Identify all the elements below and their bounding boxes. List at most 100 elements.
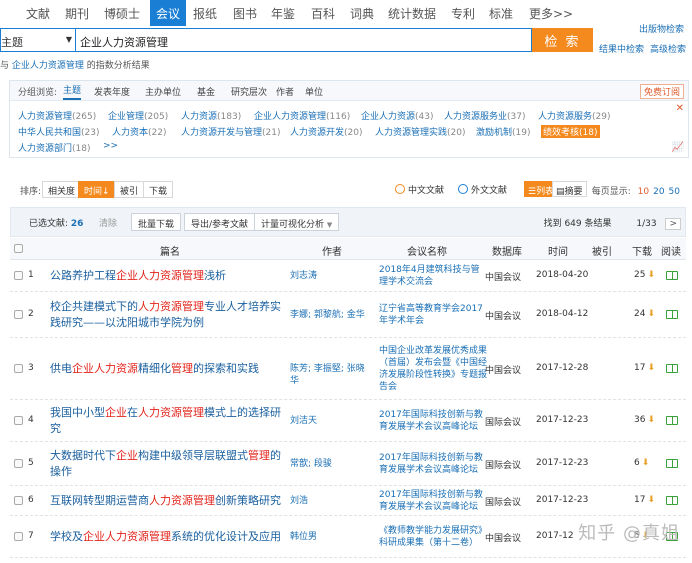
abstract-view-button[interactable]: ▤摘要	[552, 181, 587, 197]
trend-chart-icon[interactable]: 📈	[672, 142, 684, 153]
group-tab-5[interactable]: 作者	[276, 85, 294, 98]
next-page-button[interactable]: >	[665, 218, 681, 230]
row-author[interactable]: 刘浩	[290, 495, 370, 507]
row-conference[interactable]: 2017年国际科技创新与教育发展学术会议高峰论坛	[379, 452, 487, 476]
group-tab-6[interactable]: 单位	[305, 85, 323, 98]
advanced-search-link[interactable]: 高级检索	[650, 42, 686, 55]
row-title-link[interactable]: 互联网转型期运营商人力资源管理创新策略研究	[50, 493, 288, 509]
nav-item-9[interactable]: 统计数据	[388, 5, 436, 22]
read-book-icon[interactable]	[666, 459, 678, 468]
row-download[interactable]: 6 ⬇	[634, 458, 649, 468]
export-references-button[interactable]: 导出/参考文献	[184, 213, 256, 231]
facet-item[interactable]: 人力资源管理(265)	[18, 109, 96, 122]
search-in-results-link[interactable]: 结果中检索	[599, 42, 644, 55]
clear-selection-link[interactable]: 清除	[99, 216, 117, 229]
row-author[interactable]: 陈芳; 李振堅; 张晓华	[290, 363, 370, 387]
search-field-select[interactable]: 主题 ▼	[0, 28, 75, 52]
free-subscribe-button[interactable]: 免费订阅	[639, 84, 684, 99]
search-input[interactable]: 企业人力资源管理	[75, 28, 532, 52]
download-icon[interactable]: ⬇	[647, 495, 655, 505]
facet-item[interactable]: 激励机制(19)	[476, 125, 531, 138]
row-conference[interactable]: 辽宁省高等教育学会2017年学术年会	[379, 303, 487, 327]
nav-item-8[interactable]: 词典	[350, 5, 374, 22]
read-book-icon[interactable]	[666, 416, 678, 425]
row-conference[interactable]: 2017年国际科技创新与教育发展学术会议高峰论坛	[379, 489, 487, 513]
facet-item[interactable]: 人力资源服务(29)	[538, 109, 611, 122]
sort-option-2[interactable]: 被引	[114, 181, 145, 198]
row-download[interactable]: 25 ⬇	[634, 270, 655, 280]
facet-item[interactable]: 人力资源部门(18)	[18, 141, 91, 154]
row-checkbox[interactable]	[14, 532, 23, 541]
facet-more-link[interactable]: >>	[103, 141, 118, 151]
row-title-link[interactable]: 大数据时代下企业构建中级领导层联盟式管理的操作	[50, 448, 288, 480]
per-page-10[interactable]: 10	[638, 187, 649, 197]
search-button[interactable]: 检 索	[532, 28, 593, 52]
nav-item-2[interactable]: 博硕士	[104, 5, 140, 22]
nav-item-12[interactable]: 更多>>	[529, 5, 573, 22]
row-conference[interactable]: 2017年国际科技创新与教育发展学术会议高峰论坛	[379, 409, 487, 433]
row-title-link[interactable]: 供电企业人力资源精细化管理的探索和实践	[50, 361, 288, 377]
publication-search-link[interactable]: 出版物检索	[639, 22, 684, 35]
sort-option-0[interactable]: 相关度	[42, 181, 82, 198]
nav-item-3[interactable]: 会议	[150, 0, 187, 26]
download-icon[interactable]: ⬇	[642, 458, 650, 468]
download-icon[interactable]: ⬇	[647, 363, 655, 373]
visualize-analysis-button[interactable]: 计量可视化分析 ▼	[254, 213, 340, 231]
foreign-literature-link[interactable]: 外文文献	[458, 183, 507, 196]
per-page-20[interactable]: 20	[653, 187, 664, 197]
row-title-link[interactable]: 学校及企业人力资源管理系统的优化设计及应用	[50, 529, 288, 545]
row-conference[interactable]: 2018年4月建筑科技与管理学术交流会	[379, 264, 487, 288]
facet-item[interactable]: 人力资源开发与管理(21)	[181, 125, 281, 138]
group-tab-0[interactable]: 主题	[63, 83, 82, 100]
batch-download-button[interactable]: 批量下载	[131, 213, 182, 231]
row-title-link[interactable]: 校企共建模式下的人力资源管理专业人才培养实践研究——以沈阳城市学院为例	[50, 299, 288, 331]
facet-item[interactable]: 人力资源管理实践(20)	[375, 125, 466, 138]
column-header-6[interactable]: 下载	[632, 243, 652, 258]
facet-item[interactable]: 人力资源(183)	[181, 109, 241, 122]
row-checkbox[interactable]	[14, 416, 23, 425]
download-icon[interactable]: ⬇	[647, 415, 655, 425]
row-checkbox[interactable]	[14, 271, 23, 280]
group-tab-2[interactable]: 主办单位	[145, 85, 181, 98]
row-author[interactable]: 刘志涛	[290, 270, 370, 282]
row-author[interactable]: 常歆; 段骏	[290, 458, 370, 470]
row-download[interactable]: 36 ⬇	[634, 415, 655, 425]
row-download[interactable]: 24 ⬇	[634, 309, 655, 319]
select-all-checkbox[interactable]	[14, 244, 23, 253]
facet-item[interactable]: 人力资源开发(20)	[290, 125, 363, 138]
read-book-icon[interactable]	[666, 271, 678, 280]
row-title-link[interactable]: 公路养护工程企业人力资源管理浅析	[50, 268, 288, 284]
row-author[interactable]: 李娜; 郭黎航; 金华	[290, 309, 370, 321]
row-download[interactable]: 17 ⬇	[634, 363, 655, 373]
nav-item-5[interactable]: 图书	[233, 5, 257, 22]
close-icon[interactable]: ✕	[676, 103, 684, 114]
group-tab-1[interactable]: 发表年度	[94, 85, 130, 98]
row-conference[interactable]: 中国企业改革发展优秀成果（首届）发布会暨《中国经济发展阶段性转换》专题报告会	[379, 345, 487, 393]
read-book-icon[interactable]	[666, 364, 678, 373]
nav-item-6[interactable]: 年鉴	[271, 5, 295, 22]
nav-item-0[interactable]: 文献	[26, 5, 50, 22]
row-title-link[interactable]: 我国中小型企业在人力资源管理模式上的选择研究	[50, 405, 288, 437]
read-book-icon[interactable]	[666, 310, 678, 319]
row-checkbox[interactable]	[14, 364, 23, 373]
chinese-literature-link[interactable]: 中文文献	[395, 183, 444, 196]
column-header-5[interactable]: 被引	[592, 243, 612, 258]
row-conference[interactable]: 《教师教学能力发展研究》科研成果集（第十二卷）	[379, 525, 487, 549]
nav-item-7[interactable]: 百科	[311, 5, 335, 22]
row-checkbox[interactable]	[14, 310, 23, 319]
column-header-3[interactable]: 数据库	[492, 243, 522, 258]
facet-item[interactable]: 中华人民共和国(23)	[18, 125, 100, 138]
nav-item-1[interactable]: 期刊	[65, 5, 89, 22]
row-author[interactable]: 刘洁天	[290, 415, 370, 427]
facet-item[interactable]: 人力资本(22)	[112, 125, 167, 138]
sort-option-1[interactable]: 时间↓	[78, 181, 116, 198]
per-page-50[interactable]: 50	[669, 187, 680, 197]
facet-item[interactable]: 绩效考核(18)	[541, 125, 600, 138]
sort-option-3[interactable]: 下载	[143, 181, 174, 198]
download-icon[interactable]: ⬇	[647, 309, 655, 319]
column-header-4[interactable]: 时间	[548, 243, 568, 258]
nav-item-11[interactable]: 标准	[489, 5, 513, 22]
nav-item-10[interactable]: 专利	[451, 5, 475, 22]
download-icon[interactable]: ⬇	[647, 270, 655, 280]
facet-item[interactable]: 企业人力资源管理(116)	[254, 109, 350, 122]
